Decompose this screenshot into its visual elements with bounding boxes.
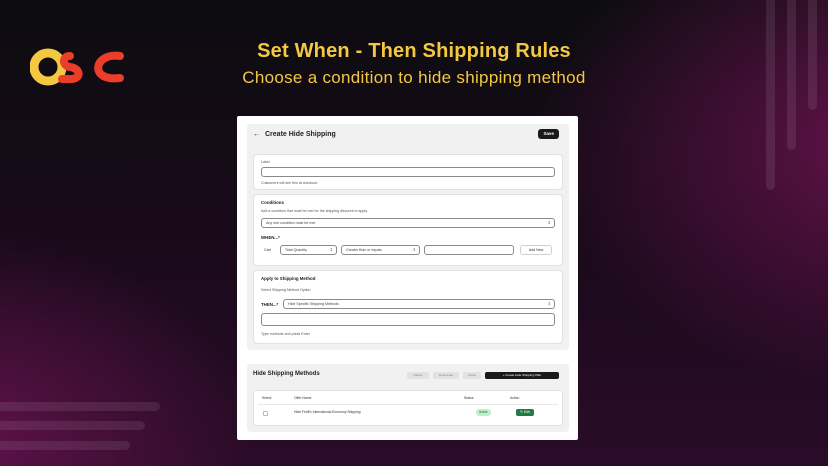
decor-stripe: [0, 421, 145, 430]
save-button[interactable]: Save: [538, 129, 559, 139]
apply-shipping-title: Apply to Shipping Method: [261, 276, 316, 281]
arrow-left-icon[interactable]: ←: [253, 131, 260, 138]
deactivate-button[interactable]: Deactivate: [433, 372, 459, 379]
edit-label: Edit: [523, 410, 530, 414]
chevron-updown-icon: ⇕: [329, 247, 333, 252]
when-label: WHEN...*: [261, 235, 280, 240]
hide-shipping-list: Hide Shipping Methods Delete Deactivate …: [247, 364, 569, 432]
apply-shipping-subtitle: Select Shipping Method Option: [261, 288, 311, 292]
row-select-checkbox[interactable]: [263, 411, 268, 416]
table-divider: [258, 404, 558, 405]
label-field-label: Label: [261, 160, 270, 164]
status-badge: Active: [476, 409, 491, 416]
decor-stripe: [0, 402, 160, 411]
activate-button[interactable]: Active: [463, 372, 481, 379]
column-header-action: Action: [510, 396, 520, 400]
hero-subtitle: Choose a condition to hide shipping meth…: [242, 68, 586, 87]
condition-operator-value: Greater than or equals: [346, 248, 382, 252]
conditions-description: Add a condition that must be met for the…: [261, 209, 368, 213]
offers-table: Select Offer Name Status Action Hide Fed…: [253, 390, 563, 426]
app-screenshot: ← Create Hide Shipping Save Label Custom…: [237, 116, 578, 440]
list-title: Hide Shipping Methods: [253, 371, 320, 377]
column-header-status: Status: [464, 396, 474, 400]
create-offer-button[interactable]: + Create Hide Shipping Offer: [485, 372, 559, 379]
apply-shipping-card: Apply to Shipping Method Select Shipping…: [253, 270, 563, 344]
condition-subject: Cart: [264, 248, 271, 252]
page-title: Create Hide Shipping: [265, 131, 336, 138]
add-new-condition-button[interactable]: Add New: [520, 245, 552, 255]
decor-stripe: [766, 0, 775, 190]
then-label: THEN...*: [261, 302, 279, 307]
condition-field-select[interactable]: Total Quantity ⇕: [280, 245, 337, 255]
chevron-updown-icon: ⇕: [412, 247, 416, 252]
column-header-offer-name: Offer Name: [294, 396, 312, 400]
conditions-title: Conditions: [261, 200, 284, 205]
conditions-card: Conditions Add a condition that must be …: [253, 194, 563, 266]
condition-field-value: Total Quantity: [285, 248, 307, 252]
shipping-methods-input[interactable]: [261, 313, 555, 326]
condition-value-input[interactable]: [424, 245, 514, 255]
column-header-select: Select: [262, 396, 272, 400]
condition-match-value: Any one condition must be met: [266, 221, 316, 225]
edit-offer-button[interactable]: ✎ Edit: [516, 409, 534, 416]
methods-help-text: Type methods and press Enter: [261, 332, 310, 336]
then-action-value: Hide Specific Shipping Methods: [288, 302, 339, 306]
chevron-updown-icon: ⇕: [547, 301, 551, 306]
hero-title: Set When - Then Shipping Rules: [257, 40, 571, 62]
chevron-updown-icon: ⇕: [547, 220, 551, 225]
label-card: Label Customers will see this at checkou…: [253, 154, 563, 190]
create-hide-shipping-page: ← Create Hide Shipping Save Label Custom…: [247, 124, 569, 350]
decor-stripe: [0, 441, 130, 450]
label-input[interactable]: [261, 167, 555, 177]
page-header: ← Create Hide Shipping Save: [253, 128, 563, 144]
offer-name: Hide FedEx International Economy Shippin…: [294, 410, 361, 414]
label-help-text: Customers will see this at checkout: [261, 181, 318, 185]
edit-pencil-icon: ✎: [520, 410, 523, 414]
delete-button[interactable]: Delete: [407, 372, 429, 379]
then-action-select[interactable]: Hide Specific Shipping Methods ⇕: [283, 299, 555, 309]
condition-match-select[interactable]: Any one condition must be met ⇕: [261, 218, 555, 228]
condition-operator-select[interactable]: Greater than or equals ⇕: [341, 245, 420, 255]
